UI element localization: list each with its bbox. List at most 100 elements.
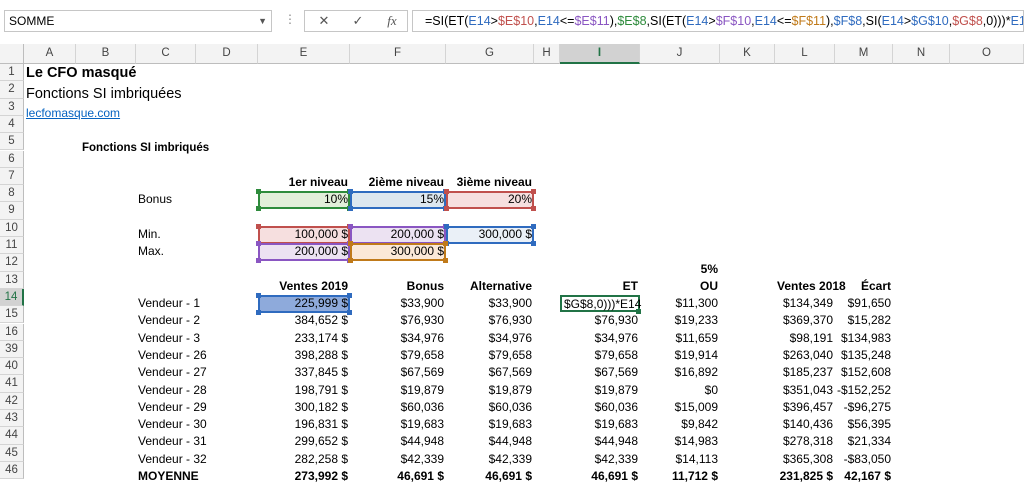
table-row-1-ecart[interactable]: $91,650 — [835, 295, 893, 312]
table-row-2-bonus[interactable]: $76,930 — [350, 312, 446, 329]
table-row-8-bonus[interactable]: $19,683 — [350, 416, 446, 433]
table-row-7-alt[interactable]: $60,036 — [446, 399, 534, 416]
row-header-11[interactable]: 11 — [0, 237, 24, 255]
table-row-3-ou[interactable]: $11,659 — [640, 330, 720, 347]
fill-handle[interactable] — [636, 309, 641, 314]
range-resize-handle[interactable] — [256, 293, 261, 298]
table-row-6-name[interactable]: Vendeur - 28 — [136, 382, 256, 399]
table-row-9-et[interactable]: $44,948 — [560, 433, 640, 450]
range-resize-handle[interactable] — [256, 206, 261, 211]
table-row-4-et[interactable]: $79,658 — [560, 347, 640, 364]
table-row-10-v2018[interactable]: $365,308 — [775, 451, 835, 468]
table-row-7-et[interactable]: $60,036 — [560, 399, 640, 416]
row-header-16[interactable]: 16 — [0, 323, 24, 341]
table-row-10-ventes[interactable]: 282,258 $ — [258, 451, 350, 468]
table-row-6-ecart[interactable]: -$152,252 — [835, 382, 893, 399]
table-row-7-bonus[interactable]: $60,036 — [350, 399, 446, 416]
range-resize-handle[interactable] — [444, 224, 449, 229]
enter-icon[interactable]: ✓ — [343, 11, 373, 31]
table-row-1-ou[interactable]: $11,300 — [640, 295, 720, 312]
cancel-icon[interactable]: ✕ — [309, 11, 339, 31]
table-row-8-et[interactable]: $19,683 — [560, 416, 640, 433]
column-header-e[interactable]: E — [258, 44, 350, 64]
table-row-8-ventes[interactable]: 196,831 $ — [258, 416, 350, 433]
table-row-5-ecart[interactable]: $152,608 — [835, 364, 893, 381]
table-row-4-bonus[interactable]: $79,658 — [350, 347, 446, 364]
range-resize-handle[interactable] — [348, 241, 353, 246]
table-row-9-ecart[interactable]: $21,334 — [835, 433, 893, 450]
table-row-3-v2018[interactable]: $98,191 — [775, 330, 835, 347]
website-link[interactable]: lecfomasque.com — [24, 105, 122, 122]
table-row-6-ventes[interactable]: 198,791 $ — [258, 382, 350, 399]
range-resize-handle[interactable] — [256, 258, 261, 263]
table-row-1-v2018[interactable]: $134,349 — [775, 295, 835, 312]
table-row-10-ou[interactable]: $14,113 — [640, 451, 720, 468]
row-header-6[interactable]: 6 — [0, 150, 24, 168]
table-row-8-alt[interactable]: $19,683 — [446, 416, 534, 433]
table-row-6-v2018[interactable]: $351,043 — [775, 382, 835, 399]
table-row-moyenne-name[interactable]: MOYENNE — [136, 468, 256, 485]
table-row-7-ventes[interactable]: 300,182 $ — [258, 399, 350, 416]
range-resize-handle[interactable] — [531, 189, 536, 194]
range-resize-handle[interactable] — [348, 206, 353, 211]
table-row-10-bonus[interactable]: $42,339 — [350, 451, 446, 468]
table-row-moyenne-ventes[interactable]: 273,992 $ — [258, 468, 350, 485]
column-header-j[interactable]: J — [640, 44, 720, 64]
table-row-5-alt[interactable]: $67,569 — [446, 364, 534, 381]
column-header-f[interactable]: F — [350, 44, 446, 64]
table-row-9-ventes[interactable]: 299,652 $ — [258, 433, 350, 450]
range-resize-handle[interactable] — [348, 189, 353, 194]
table-row-1-bonus[interactable]: $33,900 — [350, 295, 446, 312]
table-row-3-ecart[interactable]: $134,983 — [835, 330, 893, 347]
row-header-41[interactable]: 41 — [0, 375, 24, 393]
active-cell-editor[interactable]: $G$8,0)))*E14 — [560, 295, 641, 312]
table-row-6-ou[interactable]: $0 — [640, 382, 720, 399]
table-row-2-v2018[interactable]: $369,370 — [775, 312, 835, 329]
row-header-3[interactable]: 3 — [0, 98, 24, 116]
column-header-k[interactable]: K — [720, 44, 775, 64]
column-header-l[interactable]: L — [775, 44, 835, 64]
column-header-o[interactable]: O — [950, 44, 1024, 64]
table-row-1-alt[interactable]: $33,900 — [446, 295, 534, 312]
row-header-14[interactable]: 14 — [0, 288, 24, 307]
row-header-12[interactable]: 12 — [0, 254, 24, 272]
range-resize-handle[interactable] — [347, 310, 352, 315]
row-header-44[interactable]: 44 — [0, 427, 24, 445]
column-header-n[interactable]: N — [893, 44, 950, 64]
range-resize-handle[interactable] — [256, 224, 261, 229]
table-row-moyenne-ecart[interactable]: 42,167 $ — [835, 468, 893, 485]
table-row-5-bonus[interactable]: $67,569 — [350, 364, 446, 381]
table-row-moyenne-alt[interactable]: 46,691 $ — [446, 468, 534, 485]
table-row-5-et[interactable]: $67,569 — [560, 364, 640, 381]
row-header-1[interactable]: 1 — [0, 64, 24, 82]
table-row-4-ou[interactable]: $19,914 — [640, 347, 720, 364]
table-row-2-alt[interactable]: $76,930 — [446, 312, 534, 329]
table-row-4-v2018[interactable]: $263,040 — [775, 347, 835, 364]
table-row-moyenne-bonus[interactable]: 46,691 $ — [350, 468, 446, 485]
table-row-6-et[interactable]: $19,879 — [560, 382, 640, 399]
row-header-40[interactable]: 40 — [0, 358, 24, 376]
range-resize-handle[interactable] — [444, 189, 449, 194]
table-row-4-ventes[interactable]: 398,288 $ — [258, 347, 350, 364]
table-row-6-bonus[interactable]: $19,879 — [350, 382, 446, 399]
row-header-8[interactable]: 8 — [0, 185, 24, 203]
row-header-46[interactable]: 46 — [0, 461, 24, 480]
row-header-2[interactable]: 2 — [0, 81, 24, 99]
table-row-moyenne-v2018[interactable]: 231,825 $ — [775, 468, 835, 485]
table-row-9-alt[interactable]: $44,948 — [446, 433, 534, 450]
row-header-39[interactable]: 39 — [0, 340, 24, 359]
row-header-7[interactable]: 7 — [0, 167, 24, 186]
table-row-2-ventes[interactable]: 384,652 $ — [258, 312, 350, 329]
table-row-10-ecart[interactable]: -$83,050 — [835, 451, 893, 468]
column-header-a[interactable]: A — [24, 44, 76, 64]
table-row-9-bonus[interactable]: $44,948 — [350, 433, 446, 450]
table-row-10-et[interactable]: $42,339 — [560, 451, 640, 468]
table-row-10-alt[interactable]: $42,339 — [446, 451, 534, 468]
row-header-42[interactable]: 42 — [0, 392, 24, 410]
range-resize-handle[interactable] — [531, 241, 536, 246]
column-header-b[interactable]: B — [76, 44, 136, 64]
table-row-8-v2018[interactable]: $140,436 — [775, 416, 835, 433]
table-row-8-ecart[interactable]: $56,395 — [835, 416, 893, 433]
table-row-10-name[interactable]: Vendeur - 32 — [136, 451, 256, 468]
row-header-13[interactable]: 13 — [0, 271, 24, 289]
